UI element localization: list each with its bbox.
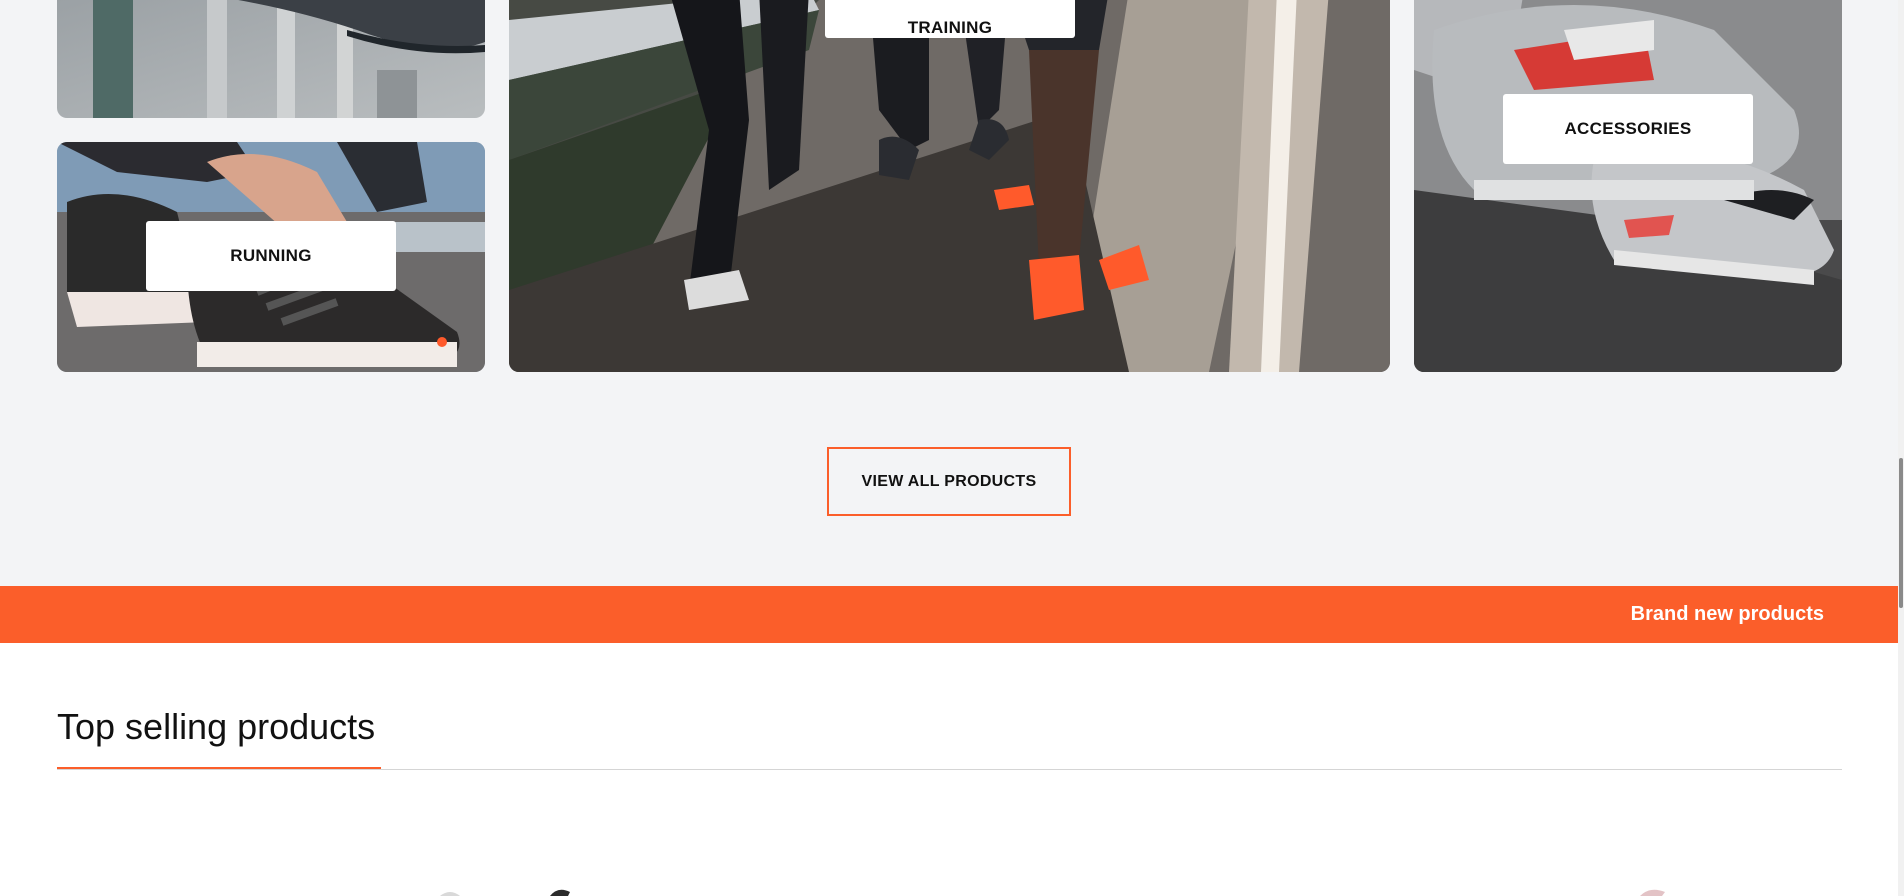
accessories-shoe-photo	[1414, 0, 1842, 372]
category-tile-training[interactable]: TRAINING	[509, 0, 1390, 372]
category-label-accessories[interactable]: ACCESSORIES	[1503, 94, 1753, 164]
category-label-training[interactable]: TRAINING	[825, 0, 1075, 38]
category-tile-top-left[interactable]	[57, 0, 485, 118]
scrollbar-thumb[interactable]	[1899, 458, 1903, 608]
page-scrollbar[interactable]	[1898, 0, 1904, 896]
brand-new-banner: Brand new products	[0, 586, 1898, 643]
product-image-peek	[1640, 889, 1665, 896]
section-divider	[57, 769, 1842, 770]
section-title: Top selling products	[57, 706, 376, 747]
category-tile-accessories[interactable]: ACCESSORIES	[1414, 0, 1842, 372]
section-title-underline	[57, 767, 381, 769]
category-label-running[interactable]: RUNNING	[146, 221, 396, 291]
shoe-photo	[57, 0, 485, 118]
product-image-peek	[440, 889, 570, 896]
training-runners-photo	[509, 0, 1390, 372]
view-all-products-button[interactable]: VIEW ALL PRODUCTS	[827, 447, 1071, 516]
page: RUNNING TRAINING ACCESSORIES VIEW ALL PR…	[0, 0, 1904, 896]
banner-text[interactable]: Brand new products	[1631, 586, 1824, 643]
category-tile-running[interactable]: RUNNING	[57, 142, 485, 372]
